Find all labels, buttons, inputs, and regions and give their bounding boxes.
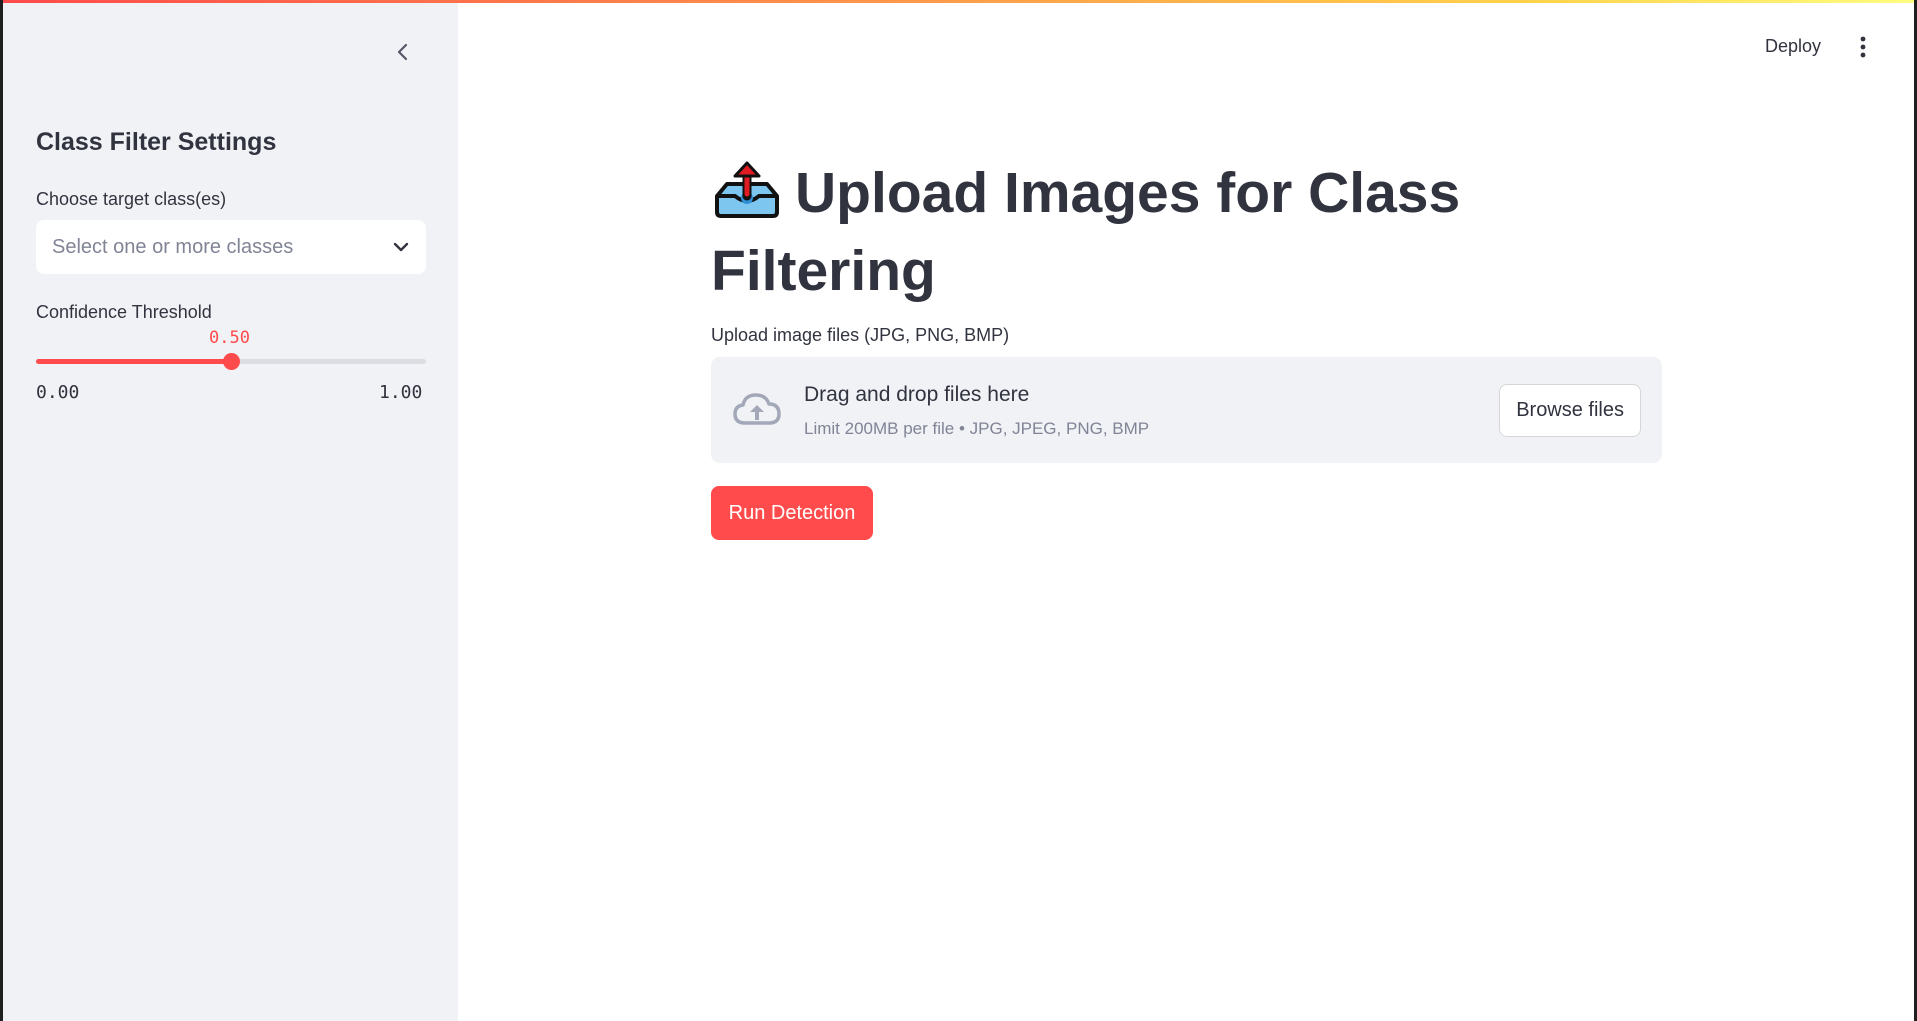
main-menu-button[interactable] xyxy=(1848,32,1878,62)
uploader-label: Upload image files (JPG, PNG, BMP) xyxy=(711,325,1010,345)
class-select-placeholder: Select one or more classes xyxy=(52,235,294,258)
sidebar: Class Filter Settings Choose target clas… xyxy=(3,0,458,1021)
class-select-label: Choose target class(es) xyxy=(36,189,227,209)
chevron-left-icon xyxy=(397,43,408,61)
browse-files-button[interactable]: Browse files xyxy=(1499,384,1641,437)
file-dropzone[interactable]: Drag and drop files here Limit 200MB per… xyxy=(711,357,1662,463)
sidebar-title: Class Filter Settings xyxy=(36,128,277,156)
page-title: Upload Images for Class Filtering xyxy=(711,158,1531,306)
run-detection-button[interactable]: Run Detection xyxy=(711,486,873,540)
sidebar-collapse-button[interactable] xyxy=(387,36,419,68)
confidence-label: Confidence Threshold xyxy=(36,302,212,322)
confidence-max-label: 1.00 xyxy=(379,382,423,403)
page-title-text: Upload Images for Class Filtering xyxy=(711,161,1461,303)
confidence-value: 0.50 xyxy=(209,328,250,348)
app-window: Class Filter Settings Choose target clas… xyxy=(0,0,1917,1021)
confidence-slider[interactable] xyxy=(36,353,426,370)
kebab-menu-icon xyxy=(1860,36,1866,58)
confidence-slider-thumb[interactable] xyxy=(223,353,240,370)
confidence-min-label: 0.00 xyxy=(36,382,80,403)
top-decoration-stripe xyxy=(3,0,1914,3)
confidence-slider-fill xyxy=(36,359,231,364)
outbox-tray-emoji-icon xyxy=(711,160,783,236)
deploy-button[interactable]: Deploy xyxy=(1765,36,1821,57)
class-multiselect[interactable]: Select one or more classes xyxy=(36,220,426,274)
cloud-upload-icon xyxy=(733,393,781,425)
dropzone-limit-text: Limit 200MB per file • JPG, JPEG, PNG, B… xyxy=(804,419,1150,438)
dropzone-title: Drag and drop files here xyxy=(804,383,1030,406)
chevron-down-icon xyxy=(393,242,409,252)
